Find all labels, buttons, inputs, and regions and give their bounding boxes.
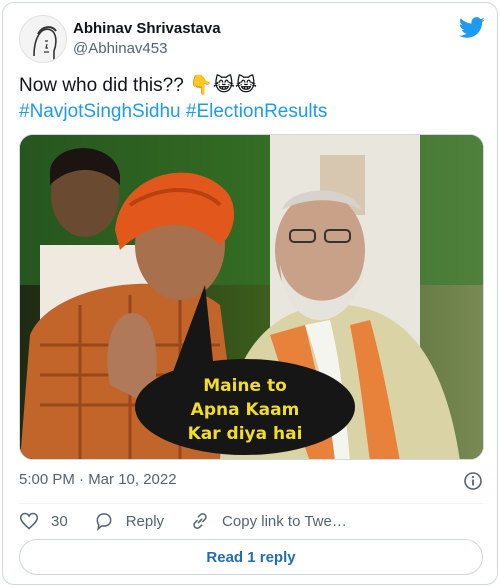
author-block[interactable]: Abhinav Shrivastava @Abhinav453: [73, 19, 221, 59]
tweet-text: Now who did this?? 👇😹😹 #NavjotSinghSidhu…: [19, 73, 483, 125]
tweet-text-line: Now who did this?? 👇😹😹: [19, 75, 258, 96]
info-icon[interactable]: [463, 471, 483, 491]
heart-icon: [19, 512, 39, 530]
avatar-sketch: [20, 16, 66, 62]
tweet-media-image[interactable]: Maine to Apna Kaam Kar diya hai: [19, 134, 484, 460]
bubble-text-line1: Maine to: [203, 376, 287, 396]
copy-link-label: Copy link to Twe…: [222, 512, 347, 530]
reply-label: Reply: [125, 512, 165, 530]
user-handle[interactable]: @Abhinav453: [73, 39, 221, 59]
like-count: 30: [51, 512, 68, 530]
link-icon: [193, 513, 207, 529]
hashtag-navjotsinghsidhu[interactable]: #NavjotSinghSidhu: [19, 101, 181, 122]
copy-link-button[interactable]: Copy link to Twe…: [190, 511, 347, 531]
bubble-text-line2: Apna Kaam: [191, 400, 300, 420]
tweet-timestamp[interactable]: 5:00 PM · Mar 10, 2022: [19, 471, 177, 488]
meme-photo: Maine to Apna Kaam Kar diya hai: [20, 135, 483, 459]
twitter-bird-icon[interactable]: [458, 17, 485, 39]
like-button[interactable]: 30: [19, 511, 68, 531]
read-replies-label: Read 1 reply: [206, 548, 296, 566]
read-replies-button[interactable]: Read 1 reply: [19, 539, 483, 575]
action-bar: 30 Reply Copy link to Twe…: [19, 509, 373, 533]
reply-bubble-icon: [96, 513, 112, 531]
avatar[interactable]: [19, 15, 67, 63]
reply-button[interactable]: Reply: [94, 511, 164, 531]
divider: [19, 503, 483, 504]
tweet-card: Abhinav Shrivastava @Abhinav453 Now who …: [2, 2, 498, 585]
display-name[interactable]: Abhinav Shrivastava: [73, 19, 221, 39]
hashtag-line: #NavjotSinghSidhu #ElectionResults: [19, 99, 483, 125]
bubble-text-line3: Kar diya hai: [188, 424, 303, 444]
tweet-meta-row: 5:00 PM · Mar 10, 2022: [19, 471, 483, 491]
hashtag-electionresults[interactable]: #ElectionResults: [186, 101, 328, 122]
